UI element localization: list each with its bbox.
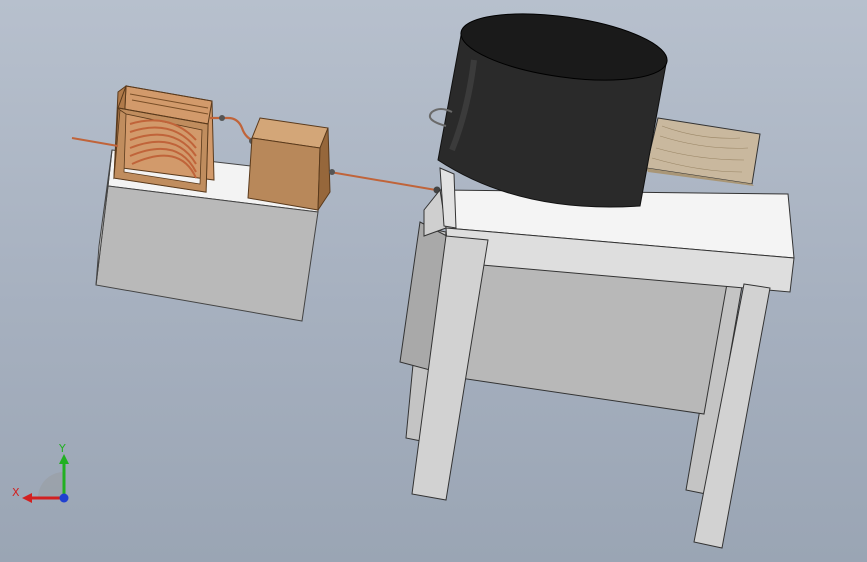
- big-table[interactable]: [399, 188, 795, 549]
- model-scene[interactable]: [0, 0, 867, 562]
- triad-base-quadrant: [38, 472, 64, 498]
- inlet-pipe: [71, 137, 119, 147]
- wooden-box-front: [247, 137, 321, 211]
- cad-viewport[interactable]: Y X: [0, 0, 867, 562]
- x-axis-arrow: [22, 493, 32, 503]
- pipe-box-to-vessel: [329, 169, 441, 194]
- coordinate-triad: Y X: [12, 442, 69, 503]
- wooden-box[interactable]: [247, 117, 331, 212]
- x-axis-label: X: [12, 486, 20, 499]
- coil-box-back: [121, 85, 215, 181]
- fitting-1: [219, 115, 225, 121]
- pipe-coil-to-box: [210, 115, 259, 144]
- y-axis-label: Y: [58, 442, 66, 455]
- z-axis-dot: [59, 493, 69, 503]
- y-axis-arrow: [59, 454, 69, 464]
- insulation-panel: [645, 117, 761, 186]
